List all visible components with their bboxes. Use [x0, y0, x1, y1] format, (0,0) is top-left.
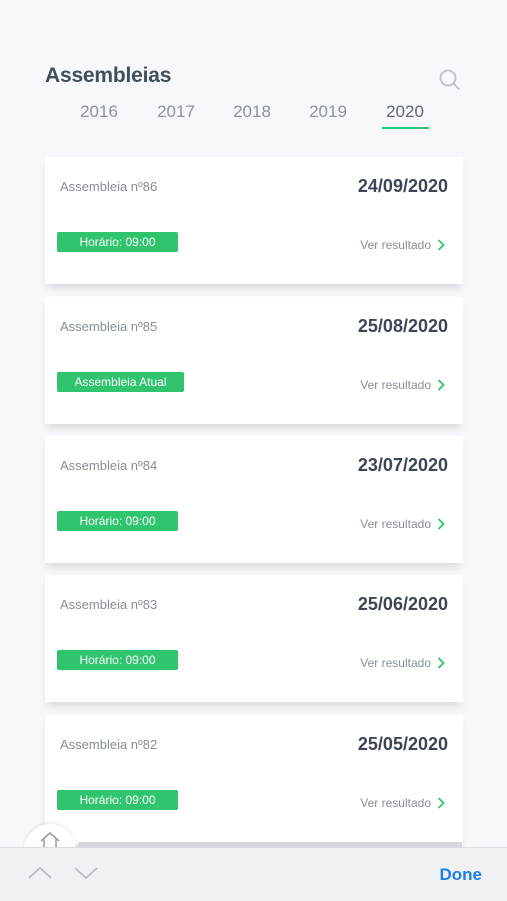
card-date: 25/05/2020	[357, 734, 448, 754]
time-badge: Horário: 09:00	[57, 790, 178, 810]
time-badge: Horário: 09:00	[57, 511, 178, 531]
card-date: 24/09/2020	[357, 176, 448, 196]
assembly-card[interactable]: Assembleia nº82 25/05/2020 Horário: 09:0…	[45, 715, 463, 845]
view-result-link[interactable]: Ver resultado	[360, 656, 445, 670]
chevron-down-icon[interactable]	[73, 865, 99, 881]
view-result-label: Ver resultado	[360, 238, 431, 252]
card-title: Assembleia nº83	[60, 597, 158, 612]
assembly-card[interactable]: Assembleia nº84 23/07/2020 Horário: 09:0…	[45, 436, 463, 563]
view-result-link[interactable]: Ver resultado	[360, 378, 445, 392]
card-title: Assembleia nº85	[60, 319, 158, 334]
page-title: Assembleias	[45, 64, 172, 87]
year-tabs: 2016 2017 2018 2019 2020	[0, 100, 507, 132]
card-date: 25/06/2020	[357, 594, 448, 614]
tab-2019[interactable]: 2019	[293, 102, 363, 122]
current-assembly-badge: Assembleia Atual	[57, 372, 184, 392]
header: Assembleias 2016 2017 2018 2019 2020	[0, 0, 507, 140]
view-result-link[interactable]: Ver resultado	[360, 796, 445, 810]
assembly-card[interactable]: Assembleia nº86 24/09/2020 Horário: 09:0…	[45, 157, 463, 284]
search-icon[interactable]	[438, 68, 462, 92]
keyboard-toolbar: Done	[0, 847, 507, 901]
assembly-card[interactable]: Assembleia nº83 25/06/2020 Horário: 09:0…	[45, 575, 463, 702]
tab-2016[interactable]: 2016	[64, 102, 134, 122]
view-result-link[interactable]: Ver resultado	[360, 517, 445, 531]
assembly-card[interactable]: Assembleia nº85 25/08/2020 Assembleia At…	[45, 297, 463, 424]
view-result-label: Ver resultado	[360, 517, 431, 531]
view-result-link[interactable]: Ver resultado	[360, 238, 445, 252]
card-title: Assembleia nº82	[60, 737, 158, 752]
card-date: 23/07/2020	[357, 455, 448, 475]
view-result-label: Ver resultado	[360, 378, 431, 392]
tab-2018[interactable]: 2018	[217, 102, 287, 122]
active-tab-indicator	[382, 127, 429, 129]
chevron-right-icon	[437, 518, 445, 530]
chevron-right-icon	[437, 657, 445, 669]
time-badge: Horário: 09:00	[57, 232, 178, 252]
card-date: 25/08/2020	[357, 316, 448, 336]
chevron-right-icon	[437, 797, 445, 809]
chevron-up-icon[interactable]	[27, 865, 53, 881]
chevron-right-icon	[437, 379, 445, 391]
card-title: Assembleia nº84	[60, 458, 158, 473]
chevron-right-icon	[437, 239, 445, 251]
view-result-label: Ver resultado	[360, 656, 431, 670]
card-title: Assembleia nº86	[60, 179, 158, 194]
tab-2017[interactable]: 2017	[141, 102, 211, 122]
time-badge: Horário: 09:00	[57, 650, 178, 670]
view-result-label: Ver resultado	[360, 796, 431, 810]
tab-2020[interactable]: 2020	[370, 102, 440, 122]
done-button[interactable]: Done	[440, 865, 483, 885]
